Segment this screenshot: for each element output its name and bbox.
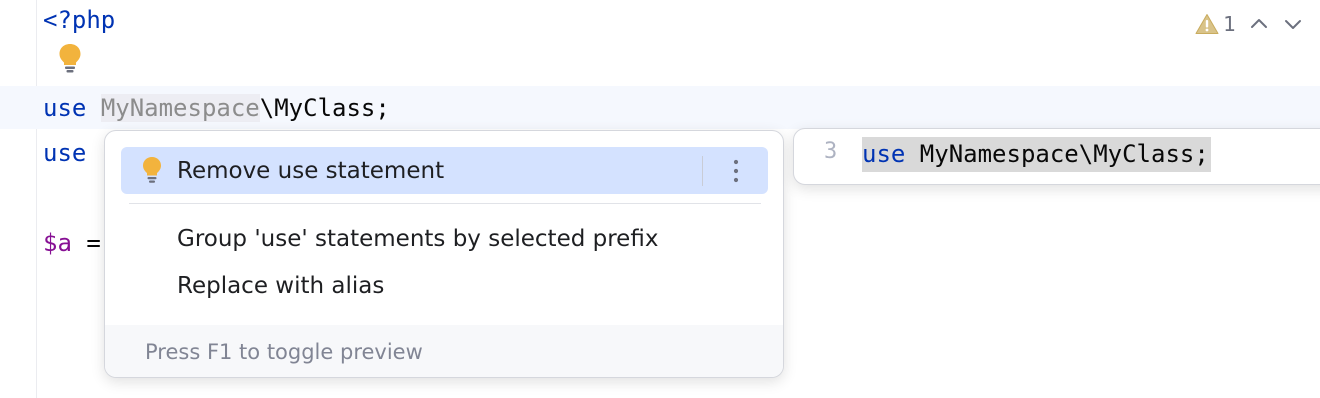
- use-class-path: \MyClass;: [259, 94, 390, 122]
- preview-code-rest: MyNamespace\MyClass;: [905, 140, 1209, 168]
- variable-a: $a: [43, 229, 72, 257]
- intention-item-label: Group 'use' statements by selected prefi…: [177, 225, 659, 252]
- popup-footer-hint: Press F1 to toggle preview: [105, 325, 783, 377]
- code-line-php-open[interactable]: <?php: [43, 4, 115, 36]
- intention-item-replace-alias[interactable]: Replace with alias: [121, 262, 768, 309]
- warning-icon: [1195, 14, 1219, 34]
- code-line-use-2[interactable]: use: [43, 137, 86, 169]
- intention-preview-popup: 3 use MyNamespace\MyClass;: [793, 128, 1320, 185]
- lightbulb-icon[interactable]: [57, 42, 83, 74]
- code-line-assignment[interactable]: $a =: [43, 227, 101, 259]
- editor-gutter-separator: [36, 0, 37, 398]
- intention-actions-popup: Remove use statement Group 'use' stateme…: [104, 130, 784, 378]
- warning-count: 1: [1223, 12, 1236, 36]
- assign-operator: =: [71, 229, 101, 257]
- use-keyword: use: [43, 139, 87, 167]
- php-open-tag: <?php: [43, 6, 116, 34]
- chevron-down-icon[interactable]: [1282, 13, 1304, 35]
- warning-counter[interactable]: 1: [1195, 12, 1236, 36]
- code-line-use-1[interactable]: use MyNamespace\MyClass;: [43, 92, 390, 124]
- preview-code-line: use MyNamespace\MyClass;: [862, 137, 1211, 172]
- intention-item-group-use[interactable]: Group 'use' statements by selected prefi…: [121, 215, 768, 262]
- preview-line-number: 3: [824, 139, 838, 164]
- unused-namespace: MyNamespace: [100, 94, 260, 122]
- intention-item-label: Remove use statement: [177, 157, 445, 184]
- chevron-up-icon[interactable]: [1248, 13, 1270, 35]
- lightbulb-icon: [143, 157, 161, 183]
- more-options-icon[interactable]: [724, 156, 748, 186]
- inspection-widget: 1: [1195, 10, 1304, 38]
- item-separator: [702, 156, 703, 186]
- intention-item-label: Replace with alias: [177, 272, 385, 299]
- use-keyword: use: [43, 94, 87, 122]
- preview-use-keyword: use: [862, 140, 906, 168]
- popup-divider: [129, 203, 761, 204]
- intention-item-remove-use[interactable]: Remove use statement: [121, 147, 768, 194]
